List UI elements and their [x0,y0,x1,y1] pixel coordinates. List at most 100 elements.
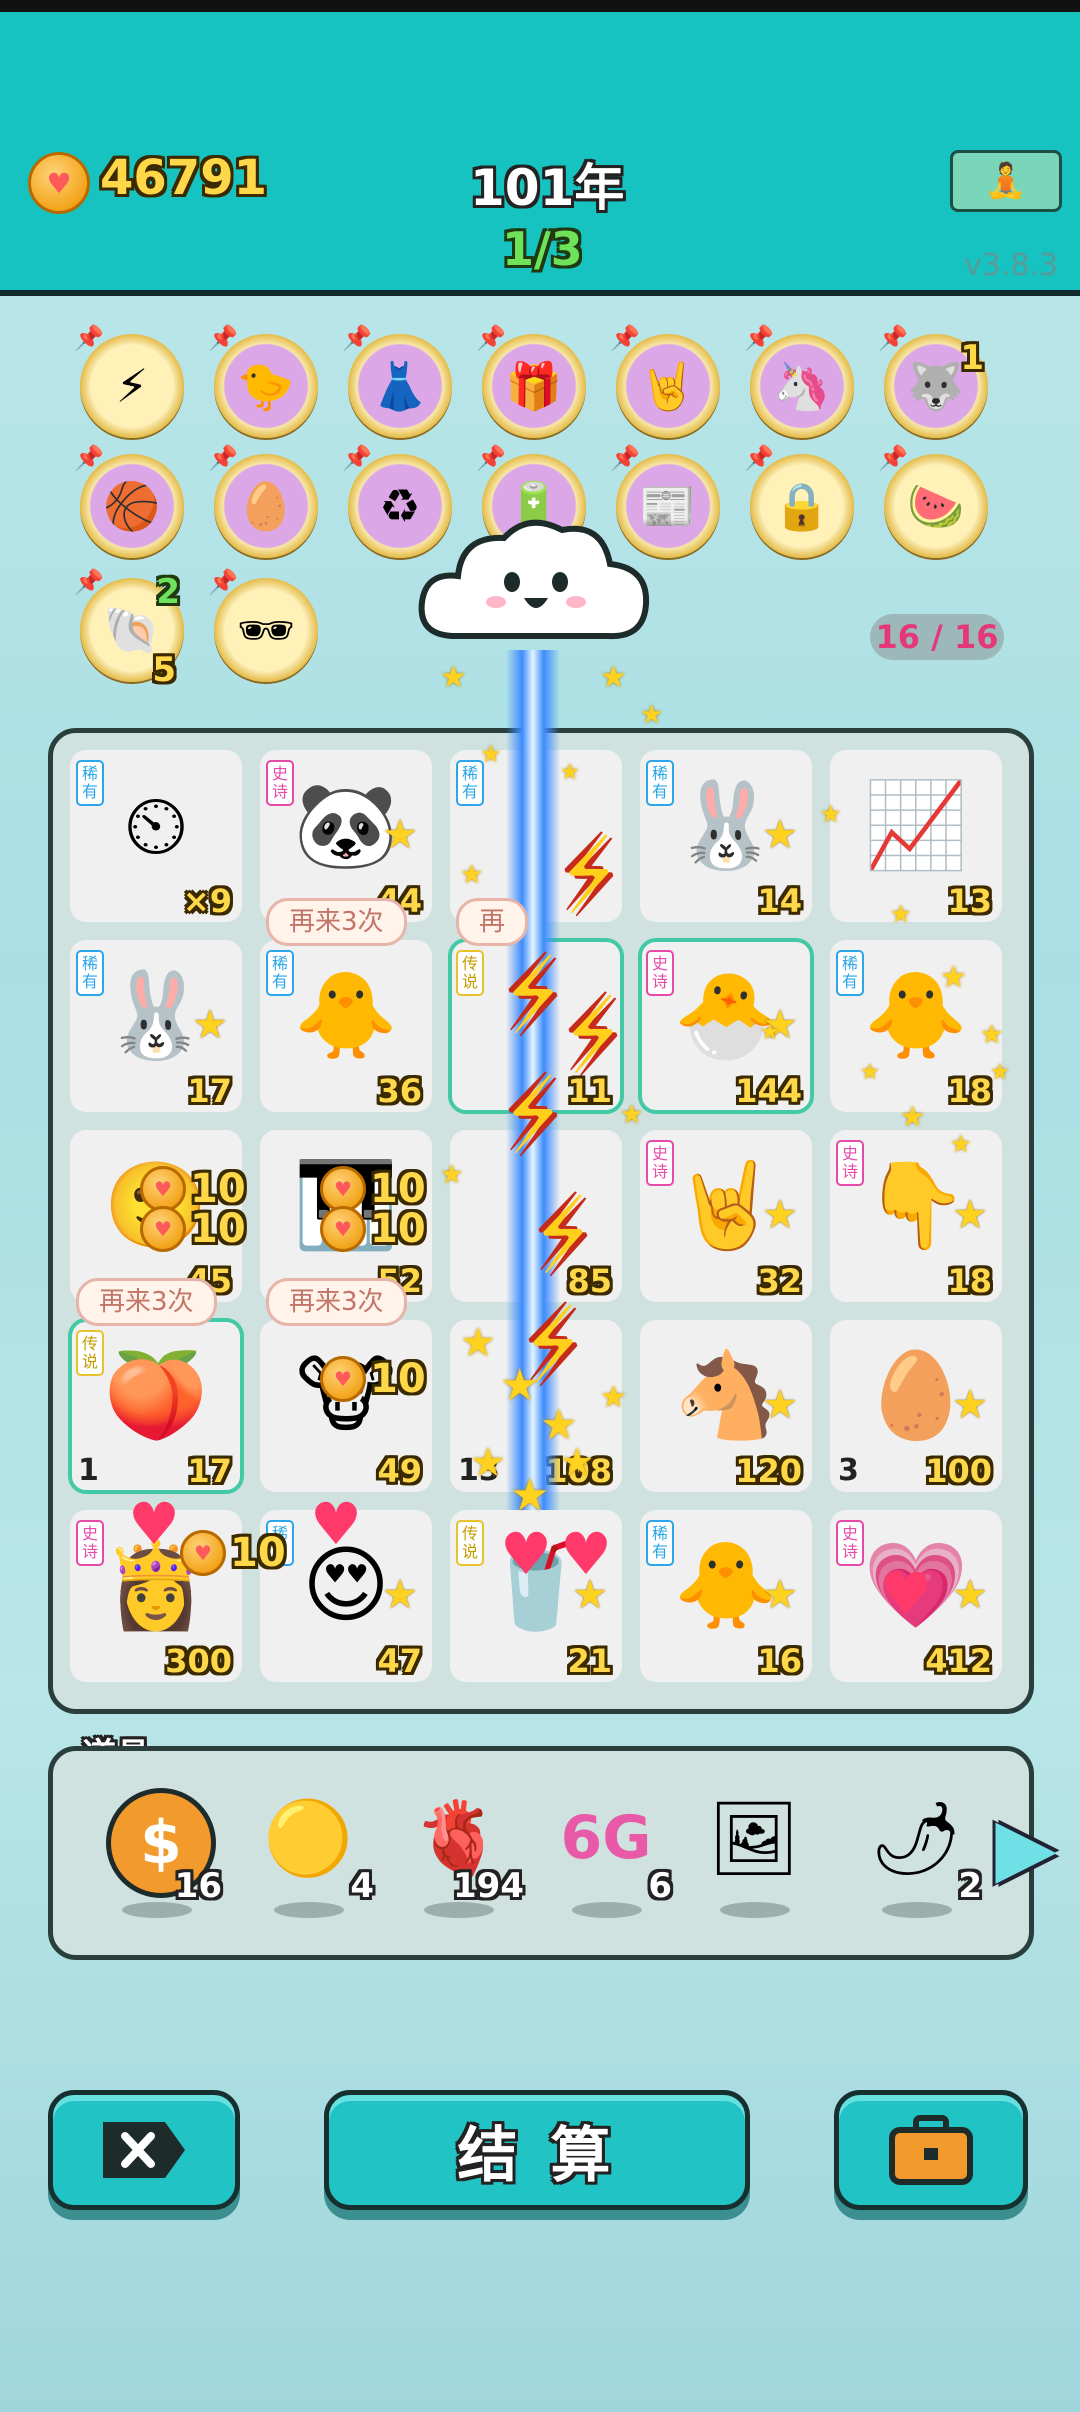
board-cell[interactable]: 🐴 120 ★ [640,1320,812,1492]
board-cell[interactable]: ⏲ 稀有 ×9 [70,750,242,922]
year-label: 101年 [470,159,625,217]
board-cell[interactable]: 🐥 稀有 18 [830,940,1002,1112]
rarity-tag: 稀有 [646,760,674,806]
tool-item[interactable]: 6G 6 [546,1770,676,1930]
cell-value: 32 [757,1262,802,1300]
retry-bubble: 再来3次 [266,898,407,946]
rarity-tag: 传说 [456,1520,484,1566]
coin-popup: ♥ 10 [180,1530,286,1576]
board-cell[interactable]: 👇 史诗 18 ★ [830,1130,1002,1302]
relic-count: 5 [152,650,176,690]
tool-item[interactable]: $16 [96,1770,226,1930]
board-cell[interactable]: 🤘 史诗 32 ★ [640,1130,812,1302]
meditate-button[interactable]: 🧘 [950,150,1062,212]
pin-icon: 📌 [476,444,506,472]
relic-slot[interactable]: 📌 🎁 [476,324,586,438]
lightning-relic-icon: ⚡ [115,359,149,413]
cell-value: ×9 [182,882,232,920]
cell-value: 100 [925,1452,992,1490]
heart-icon: ♥ [500,1520,552,1588]
relic-slot[interactable]: 📌 🐤 [208,324,318,438]
board-cell[interactable]: 🐥 稀有 36 [260,940,432,1112]
cell-level: 3 [838,1453,859,1488]
cancel-button[interactable] [48,2090,240,2210]
board-cell[interactable]: 🐮49 [260,1320,432,1492]
relic-slot[interactable]: 📌 🍉 [878,444,988,558]
sparkle-star-icon: ★ [940,960,967,995]
retry-bubble: 再来3次 [76,1278,217,1326]
close-x-icon [103,2122,185,2178]
board-cell[interactable]: 🐰 稀有 14 ★ [640,750,812,922]
egg-face-relic-icon: 🥚 [237,478,295,533]
pin-icon: 📌 [476,324,506,352]
pin-icon: 📌 [342,324,372,352]
pin-icon: 📌 [208,324,238,352]
cell-value: 144 [735,1072,802,1110]
star-icon: ★ [762,1192,798,1238]
settle-button[interactable]: 结 算 [324,2090,750,2210]
relic-slot[interactable]: 📌 👗 [342,324,452,438]
tool-item[interactable]: 🟡 4 [248,1770,378,1930]
chili-pepper-icon: 🌶 [870,1795,962,1880]
relic-slot[interactable]: 📌 🥚 [208,444,318,558]
relic-count: 1 [960,338,984,378]
star-icon: ★ [952,1572,988,1618]
cell-value: 412 [925,1642,992,1680]
sparkle-star-icon: ★ [620,1100,644,1130]
stock-chart-icon: 📈 [863,775,969,874]
relic-count-top: 2 [156,572,180,612]
board-cell[interactable]: 🐣 史诗 144 ★ [638,938,814,1114]
coin-balance: 46791 [100,150,267,206]
board-cell[interactable]: 🍑 传说 17 1 [68,1318,244,1494]
pin-icon: 📌 [744,444,774,472]
relic-slot[interactable]: 📌 🔒 [744,444,854,558]
retry-bubble: 再来3次 [266,1278,407,1326]
tools-next-button[interactable]: ▶ [995,1796,1057,1896]
sparkle-star-icon: ★ [760,1020,780,1045]
heart-icon: ♥ [310,1490,362,1558]
rarity-tag: 史诗 [76,1520,104,1566]
tool-item[interactable]: 🫀 194 [398,1770,528,1930]
star-icon: ★ [762,1382,798,1428]
meditation-icon: 🧘 [984,161,1028,201]
board-cell[interactable]: 📈 13 [830,750,1002,922]
relic-slot[interactable]: 📌 🤘 [610,324,720,438]
cell-value: 18 [947,1262,992,1300]
coin-icon: ♥ [320,1356,366,1402]
rarity-tag: 史诗 [266,760,294,806]
skirt-relic-icon: 👗 [371,358,429,413]
board-cell[interactable]: 🐰 稀有 17 ★ [70,940,242,1112]
sparkle-star-icon: ★ [900,1100,926,1133]
board-cell[interactable]: 🐼 史诗 44 ★ [260,750,432,922]
relic-slot[interactable]: 📌 🐚 5 2 [74,568,184,690]
board-cell[interactable]: 🥚 100 3 ★ [830,1320,1002,1492]
tool-count: 16 [174,1866,222,1906]
rarity-tag: 史诗 [836,1520,864,1566]
rarity-tag: 稀有 [646,1520,674,1566]
relic-slot[interactable]: 📌 🏀 [74,444,184,558]
relic-slot[interactable]: 📌 🦄 [744,324,854,438]
safe-relic-icon: 🔒 [773,478,831,533]
sparkle-star-icon: ★ [640,700,664,730]
tool-item[interactable]: 🌶 2 [856,1770,986,1930]
rarity-tag: 史诗 [646,950,674,996]
rarity-tag: 稀有 [836,950,864,996]
heart-icon: ♥ [128,1490,180,1558]
bag-button[interactable] [834,2090,1028,2210]
cell-value: 36 [377,1072,422,1110]
board-cell[interactable]: 🐥 稀有 16 ★ [640,1510,812,1682]
relic-slot[interactable]: 📌 ⚡ [74,324,184,438]
tool-item[interactable]: 🖼 [694,1770,824,1930]
cell-level: 1 [78,1453,99,1488]
pin-icon: 📌 [208,568,238,596]
sparkle-star-icon: ★ [460,1320,496,1366]
rarity-tag: 稀有 [76,950,104,996]
star-icon: ★ [382,812,418,858]
sparkle-star-icon: ★ [990,1060,1010,1085]
tool-shadow [882,1902,952,1918]
round-counter: 1/3 [502,222,583,276]
star-icon: ★ [762,1572,798,1618]
relic-slot[interactable]: 📌 🐺 1 [878,324,988,438]
relic-slot[interactable]: 📌 🕶 [208,568,318,682]
coin-icon: ♥ [28,152,90,214]
